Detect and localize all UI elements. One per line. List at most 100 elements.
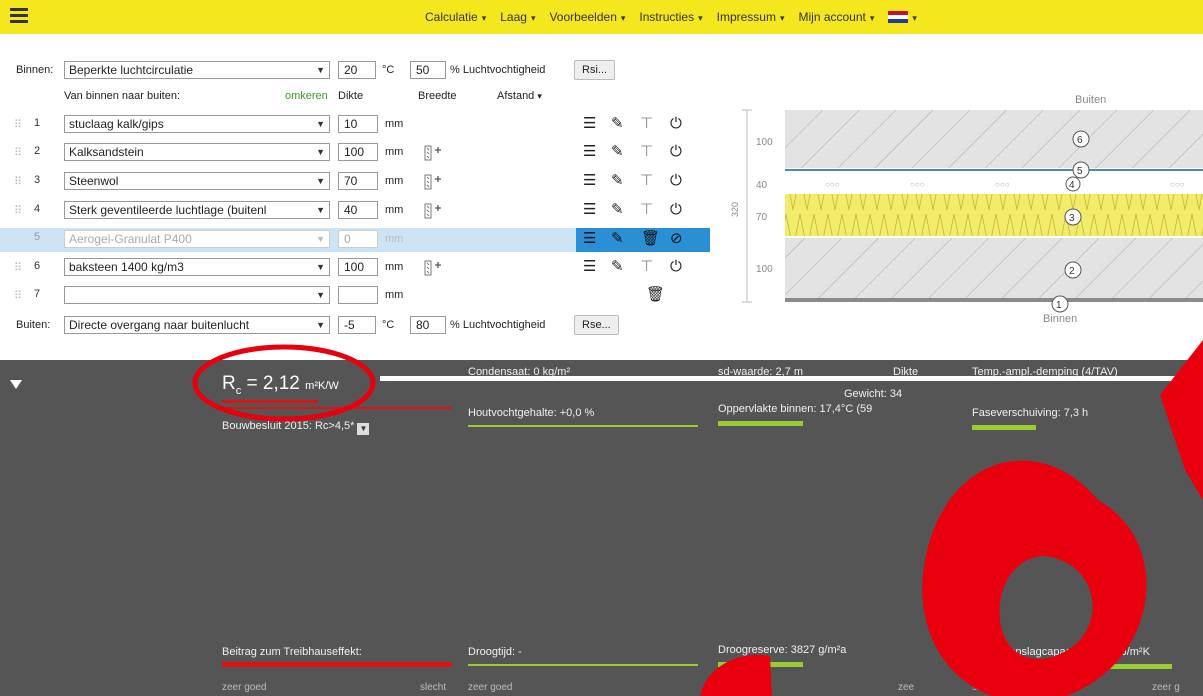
layer-thickness-input[interactable]: 100 — [338, 258, 378, 276]
wood-moisture-text: Houtvochtgehalte: +0,0 % — [468, 407, 595, 419]
collapse-triangle-icon[interactable] — [10, 380, 22, 389]
list-icon[interactable]: ☰ — [583, 230, 596, 248]
power-icon[interactable]: ⏻ — [670, 172, 682, 190]
power-icon[interactable]: ⏻ — [670, 115, 682, 133]
add-layer-icon[interactable]: ⊤ — [640, 115, 653, 133]
drag-handle-icon[interactable]: ⠿ — [14, 175, 22, 188]
layer-thickness-input[interactable] — [338, 286, 378, 304]
add-layer-icon[interactable]: ⊤ — [640, 258, 653, 276]
drag-handle-icon[interactable]: ⠿ — [14, 146, 22, 159]
nav-label: Calculatie — [425, 10, 478, 24]
rc-number: = 2,12 — [246, 373, 300, 394]
variable-layer-icon[interactable] — [423, 200, 443, 220]
nav-language[interactable]: ▾ — [888, 10, 917, 24]
list-icon[interactable]: ☰ — [583, 143, 596, 161]
layer-number: 4 — [34, 203, 41, 215]
layer-material-select[interactable]: Kalksandstein ▼ — [64, 143, 330, 161]
thickness-unit: mm — [385, 289, 404, 301]
power-icon[interactable]: ⏻ — [670, 258, 682, 276]
outside-temp-input[interactable]: -5 — [338, 316, 376, 334]
air-dots: ○○○ — [995, 180, 1010, 189]
phase-shift-text: Faseverschuiving: 7,3 h — [972, 407, 1089, 419]
thickness-unit: mm — [385, 261, 404, 273]
trash-icon[interactable]: 🗑 — [641, 230, 660, 248]
layer-row: ⠿ 2 Kalksandstein ▼ 100 mm ☰ ✎ ⊤ ⏻ — [0, 142, 710, 164]
pencil-icon[interactable]: ✎ — [611, 172, 624, 190]
add-layer-icon[interactable]: ⊤ — [640, 201, 653, 219]
top-navigation-bar: Calculatie ▾ Laag ▾ Voorbeelden ▾ Instructi… — [0, 0, 1203, 34]
dropdown-arrow-icon[interactable]: ▼ — [357, 423, 370, 435]
caret-down-icon: ▾ — [620, 13, 626, 23]
nav-mijn-account[interactable]: Mijn account ▾ — [799, 10, 875, 24]
distance-dropdown[interactable]: Afstand ▾ — [497, 90, 542, 102]
drag-handle-icon[interactable]: ⠿ — [14, 204, 22, 217]
layer-thickness-input[interactable]: 70 — [338, 172, 378, 190]
caret-down-icon: ▾ — [912, 13, 917, 23]
inside-temp-input[interactable]: 20 — [338, 61, 376, 79]
drag-handle-icon[interactable]: ⠿ — [14, 261, 22, 274]
layer-thickness-input[interactable]: 0 — [338, 230, 378, 248]
drag-handle-icon[interactable]: ⠿ — [14, 289, 22, 302]
nav-impressum[interactable]: Impressum ▾ — [717, 10, 785, 24]
add-layer-icon[interactable]: ⊤ — [640, 143, 653, 161]
layer-thickness-input[interactable]: 100 — [338, 143, 378, 161]
marker-label: 5 — [1077, 166, 1083, 177]
variable-layer-icon[interactable] — [423, 171, 443, 191]
pencil-icon[interactable]: ✎ — [611, 258, 624, 276]
layer-material-select[interactable]: ▼ — [64, 286, 330, 304]
pencil-icon[interactable]: ✎ — [611, 115, 624, 133]
layer-thickness-input[interactable]: 10 — [338, 115, 378, 133]
outside-humidity-input[interactable]: 80 — [410, 316, 446, 334]
treibhaus-bar — [222, 662, 452, 667]
select-value: baksteen 1400 kg/m3 — [69, 260, 184, 274]
thickness-unit: mm — [385, 233, 404, 245]
thickness-unit: mm — [385, 204, 404, 216]
condensate-text: Condensaat: 0 kg/m² — [468, 366, 571, 378]
bouwbesluit-label: Bouwbesluit 2015: Rc>4,5* — [222, 420, 355, 432]
layer-material-select[interactable]: Steenwol ▼ — [64, 172, 330, 190]
variable-layer-icon[interactable] — [423, 257, 443, 277]
temp-amplitude-text: Temp.-ampl.-demping (4/TAV) — [972, 366, 1118, 378]
list-icon[interactable]: ☰ — [583, 172, 596, 190]
pencil-icon[interactable]: ✎ — [611, 230, 624, 248]
nav-voorbeelden[interactable]: Voorbeelden ▾ — [549, 10, 625, 24]
pencil-icon[interactable]: ✎ — [611, 201, 624, 219]
surface-temp-text: Oppervlakte binnen: 17,4°C (59 — [718, 403, 873, 415]
scale-good-label: zeer g — [1152, 682, 1180, 693]
list-icon[interactable]: ☰ — [583, 258, 596, 276]
add-layer-icon[interactable]: ⊤ — [640, 172, 653, 190]
power-icon[interactable]: ⏻ — [670, 143, 682, 161]
power-icon[interactable]: ⏻ — [670, 201, 682, 219]
rsi-button[interactable]: Rsi... — [574, 60, 616, 80]
inside-humidity-input[interactable]: 50 — [410, 61, 446, 79]
list-icon[interactable]: ☰ — [583, 201, 596, 219]
layer-1-fill — [785, 298, 1203, 302]
layer-row-selected: 5 Aerogel-Granulat P400 ▼ 0 mm ☰ ✎ 🗑 ⊘ — [0, 228, 710, 252]
layer-material-select[interactable]: Sterk geventileerde luchtlage (buitenl ▼ — [64, 201, 330, 219]
list-icon[interactable]: ☰ — [583, 115, 596, 133]
pencil-icon[interactable]: ✎ — [611, 143, 624, 161]
layer-number: 7 — [34, 288, 41, 300]
caret-down-icon: ▾ — [537, 91, 542, 101]
rc-bar-fill — [222, 400, 318, 403]
outside-condition-select[interactable]: Directe overgang naar buitenlucht ▼ — [64, 316, 330, 334]
nav-laag[interactable]: Laag ▾ — [500, 10, 535, 24]
rse-button[interactable]: Rse... — [574, 315, 619, 335]
layer-material-select[interactable]: stuclaag kalk/gips ▼ — [64, 115, 330, 133]
inside-condition-select[interactable]: Beperkte luchtcirculatie ▼ — [64, 61, 330, 79]
treibhaus-text: Beitrag zum Treibhauseffekt: — [222, 646, 362, 658]
layer-material-select[interactable]: baksteen 1400 kg/m3 ▼ — [64, 258, 330, 276]
menu-icon[interactable] — [10, 8, 28, 24]
drag-handle-icon[interactable]: ⠿ — [14, 118, 22, 131]
nav-instructies[interactable]: Instructies ▾ — [639, 10, 702, 24]
reverse-link[interactable]: omkeren — [285, 90, 328, 102]
thickness-result-text: Dikte — [893, 366, 919, 378]
layer-thickness-input[interactable]: 40 — [338, 201, 378, 219]
nav-calculatie[interactable]: Calculatie ▾ — [425, 10, 486, 24]
thickness-unit: mm — [385, 146, 404, 158]
dim-label: 40 — [756, 180, 768, 191]
layer-material-select[interactable]: Aerogel-Granulat P400 ▼ — [64, 230, 330, 248]
disable-icon[interactable]: ⊘ — [670, 230, 683, 248]
trash-icon[interactable]: 🗑 — [646, 286, 665, 304]
variable-layer-icon[interactable] — [423, 142, 443, 162]
